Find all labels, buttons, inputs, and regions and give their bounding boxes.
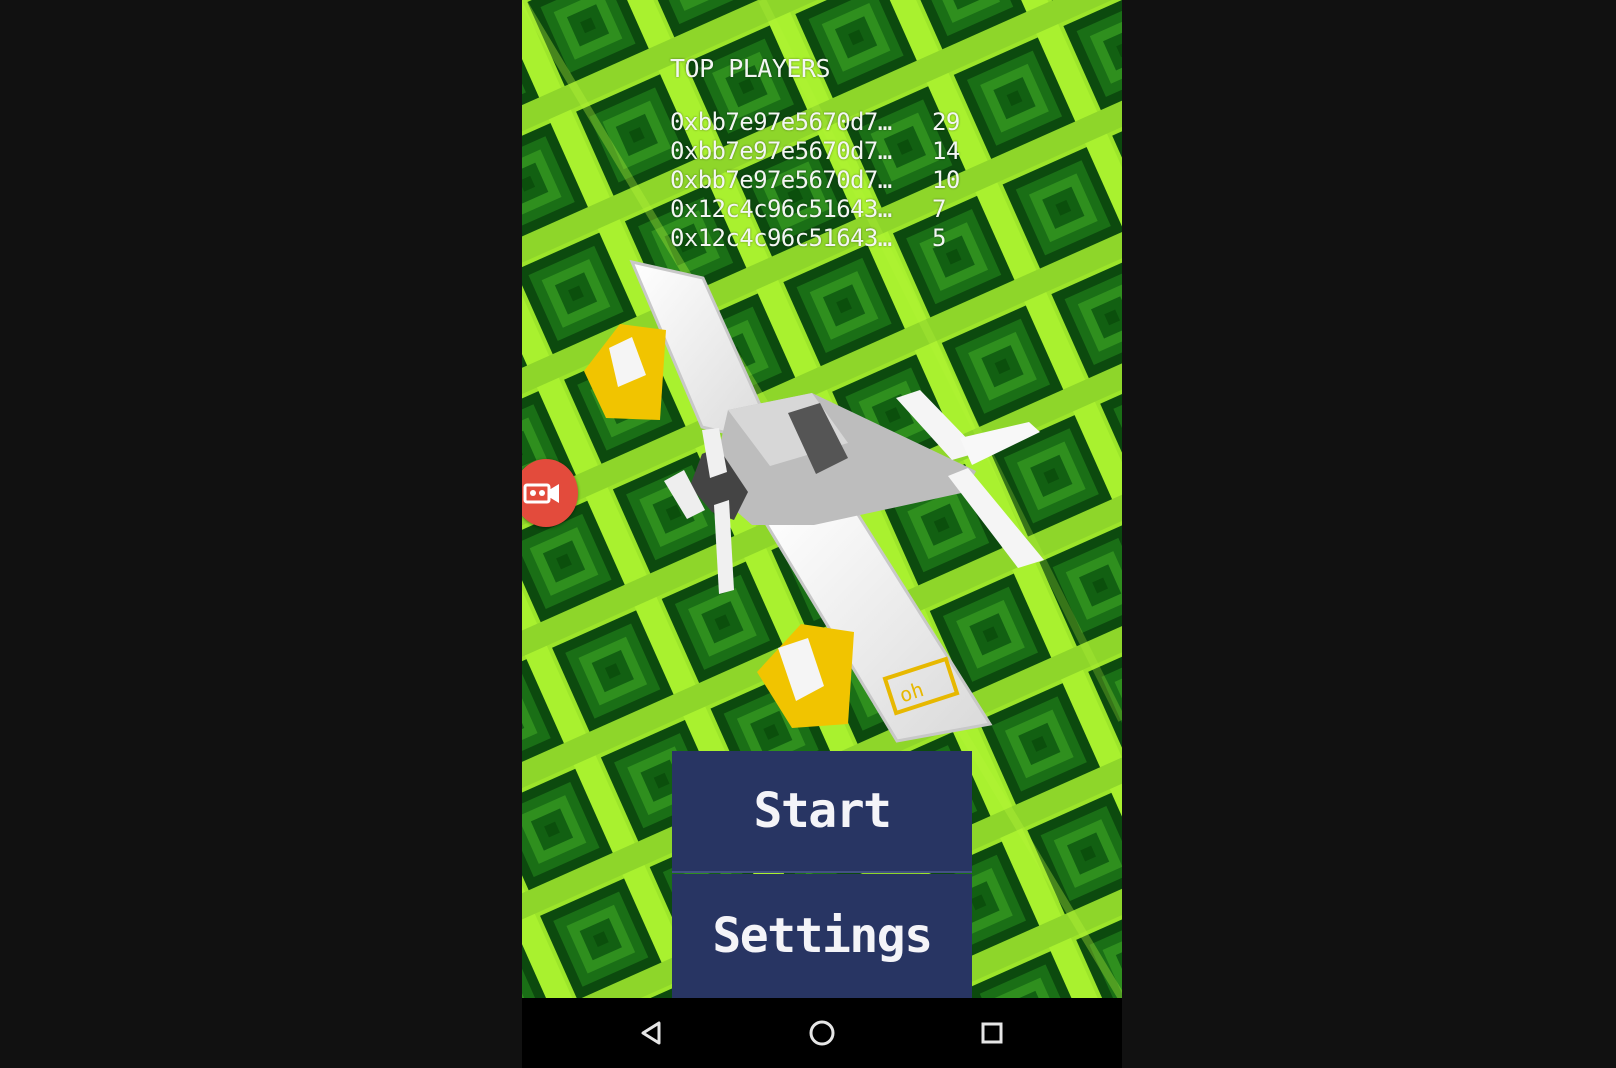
start-button[interactable]: Start [672,751,972,873]
player-address: 0x12c4c96c51643… [670,195,892,223]
leaderboard-row: 0x12c4c96c51643… 7 [670,195,990,224]
player-address: 0xbb7e97e5670d7… [670,166,892,194]
player-score: 5 [932,224,946,252]
top-players-leaderboard: TOP PLAYERS 0xbb7e97e5670d7… 29 0xbb7e97… [670,52,990,253]
android-navigation-bar [522,998,1122,1068]
player-address: 0xbb7e97e5670d7… [670,137,892,165]
recents-icon [981,1022,1003,1044]
settings-button[interactable]: Settings [672,874,972,998]
video-camera-icon [523,483,559,504]
leaderboard-row: 0xbb7e97e5670d7… 14 [670,137,990,166]
game-screen: oh TOP PLAYERS 0xbb7e97e5670d7… 29 0xbb7… [522,0,1122,1068]
leaderboard-title: TOP PLAYERS [670,54,831,83]
player-address: 0xbb7e97e5670d7… [670,108,892,136]
player-score: 7 [932,195,946,223]
home-icon [809,1020,835,1046]
home-button[interactable] [800,1011,844,1055]
back-icon [641,1021,661,1045]
player-score: 14 [932,137,960,165]
back-button[interactable] [630,1011,674,1055]
leaderboard-row: 0xbb7e97e5670d7… 10 [670,166,990,195]
player-score: 29 [932,108,960,136]
leaderboard-row: 0x12c4c96c51643… 5 [670,224,990,253]
player-address: 0x12c4c96c51643… [670,224,892,252]
recents-button[interactable] [970,1011,1014,1055]
leaderboard-row: 0xbb7e97e5670d7… 29 [670,108,990,137]
player-score: 10 [932,166,960,194]
